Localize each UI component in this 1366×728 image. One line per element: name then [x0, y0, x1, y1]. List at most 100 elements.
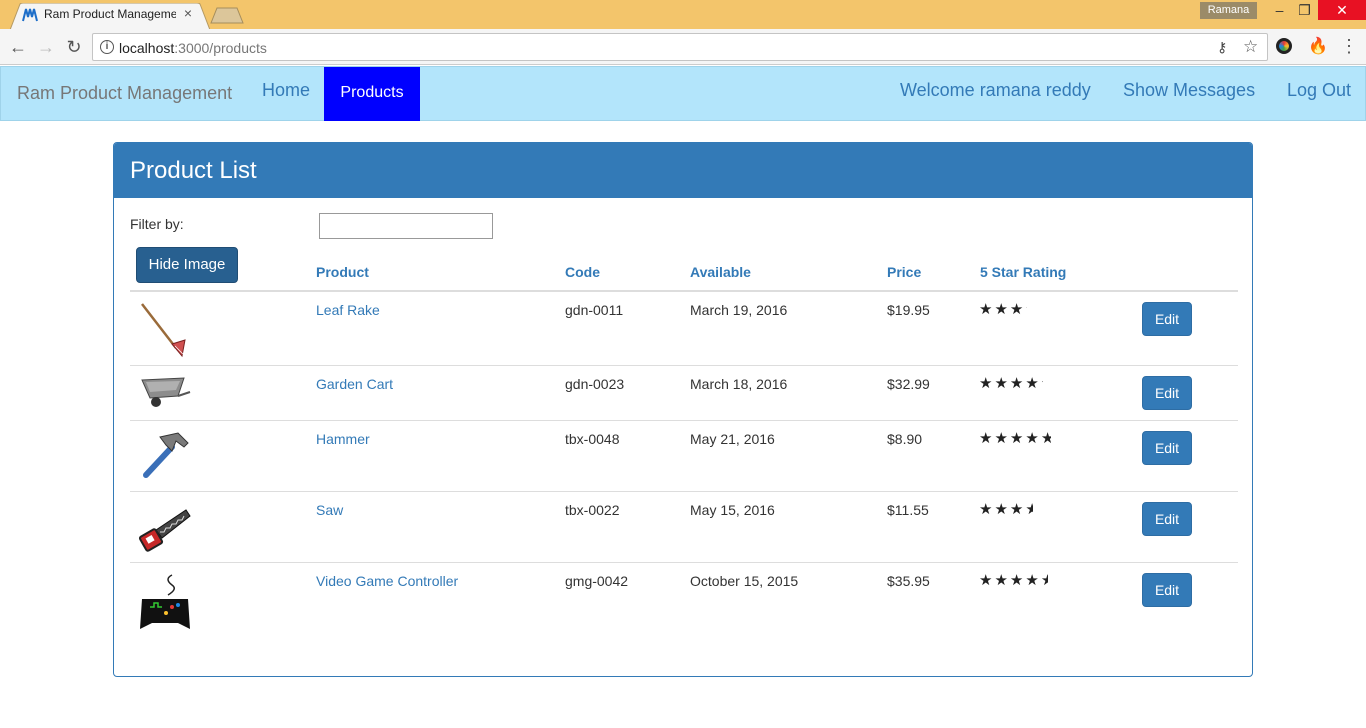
- star-icon: ★: [1025, 430, 1041, 447]
- site-info-icon[interactable]: i: [100, 40, 114, 54]
- partial-star-icon: ★: [1041, 374, 1043, 392]
- browser-toolbar: ← → ↻ i localhost:3000/products ⚷ ☆ 🔥 ⋮: [0, 29, 1366, 65]
- tab-title: Ram Product Manageme: [44, 7, 176, 21]
- column-header-code[interactable]: Code: [565, 264, 600, 280]
- new-tab-button[interactable]: [209, 7, 245, 24]
- window-close-icon[interactable]: ✕: [1318, 0, 1366, 20]
- hide-image-button[interactable]: Hide Image: [136, 247, 238, 283]
- product-price: $8.90: [887, 431, 923, 447]
- star-icon: ★: [1009, 572, 1026, 589]
- product-available: March 18, 2016: [690, 376, 788, 392]
- product-code: tbx-0048: [565, 431, 620, 447]
- hammer-icon: [143, 432, 189, 478]
- url-path: :3000/products: [174, 40, 267, 56]
- fire-extension-icon[interactable]: 🔥: [1308, 36, 1328, 56]
- back-arrow-icon[interactable]: ←: [8, 37, 28, 57]
- product-name-link[interactable]: Leaf Rake: [316, 302, 380, 318]
- column-header-rating[interactable]: 5 Star Rating: [980, 264, 1066, 280]
- table-row: Leaf Rake gdn-0011 March 19, 2016 $19.95…: [130, 291, 1238, 365]
- reload-icon[interactable]: ↻: [64, 37, 84, 57]
- star-icon: ★: [1009, 501, 1026, 518]
- browser-title-bar: Ram Product Manageme × Ramana – ❐ ✕: [0, 0, 1366, 30]
- key-icon[interactable]: ⚷: [1217, 39, 1227, 56]
- panel-heading: Product List: [114, 143, 1252, 198]
- browser-menu-icon[interactable]: ⋮: [1340, 37, 1358, 55]
- star-icon: ★: [979, 375, 995, 392]
- star-rating: ★★★★★: [979, 571, 1048, 589]
- star-icon: ★: [994, 375, 1010, 392]
- product-code: gdn-0011: [565, 302, 624, 318]
- product-list-panel: Product List Filter by: Hide Image Produ…: [113, 142, 1253, 677]
- product-code: tbx-0022: [565, 502, 620, 518]
- partial-star-icon: ★: [1025, 300, 1027, 318]
- nav-home-link[interactable]: Home: [262, 80, 310, 101]
- column-header-product[interactable]: Product: [316, 264, 369, 280]
- extension-icon[interactable]: [1276, 38, 1292, 54]
- table-row: Video Game Controller gmg-0042 October 1…: [130, 562, 1238, 652]
- star-rating: ★★★★: [979, 300, 1027, 318]
- edit-button[interactable]: Edit: [1142, 376, 1192, 410]
- bookmark-star-icon[interactable]: ☆: [1243, 37, 1258, 57]
- star-icon: ★: [1025, 375, 1041, 392]
- show-messages-link[interactable]: Show Messages: [1123, 80, 1255, 101]
- brand-title[interactable]: Ram Product Management: [17, 83, 232, 104]
- welcome-user-link[interactable]: Welcome ramana reddy: [900, 80, 1091, 101]
- product-name-link[interactable]: Hammer: [316, 431, 370, 447]
- forward-arrow-icon[interactable]: →: [36, 37, 56, 57]
- star-rating: ★★★★: [979, 500, 1033, 518]
- filter-input[interactable]: [319, 213, 493, 239]
- column-header-price[interactable]: Price: [887, 264, 921, 280]
- table-row: Saw tbx-0022 May 15, 2016 $11.55 ★★★★ Ed…: [130, 491, 1238, 562]
- product-name-link[interactable]: Garden Cart: [316, 376, 393, 392]
- product-name-link[interactable]: Video Game Controller: [316, 573, 458, 589]
- product-price: $32.99: [887, 376, 930, 392]
- url-text[interactable]: localhost:3000/products: [119, 40, 267, 56]
- restore-icon[interactable]: ❐: [1290, 0, 1319, 20]
- saw-icon: [138, 509, 191, 552]
- leaf-rake-icon: [141, 303, 186, 358]
- star-rating: ★★★★★: [979, 374, 1043, 392]
- url-host: localhost: [119, 40, 175, 56]
- product-price: $11.55: [887, 502, 929, 518]
- tab-close-icon[interactable]: ×: [181, 6, 195, 20]
- column-header-available[interactable]: Available: [690, 264, 751, 280]
- star-icon: ★: [979, 430, 995, 447]
- controller-icon: [140, 574, 190, 629]
- app-favicon-icon: [22, 8, 38, 22]
- product-code: gmg-0042: [565, 573, 629, 589]
- product-code: gdn-0023: [565, 376, 625, 392]
- partial-star-icon: ★: [1040, 430, 1051, 447]
- product-price: $35.95: [887, 573, 930, 589]
- product-name-link[interactable]: Saw: [316, 502, 343, 518]
- star-icon: ★: [994, 301, 1010, 318]
- garden-cart-icon: [141, 377, 191, 407]
- star-icon: ★: [1009, 301, 1026, 318]
- star-icon: ★: [994, 572, 1010, 589]
- product-price: $19.95: [887, 302, 930, 318]
- star-icon: ★: [1009, 430, 1026, 447]
- edit-button[interactable]: Edit: [1142, 431, 1192, 465]
- star-icon: ★: [1025, 572, 1041, 589]
- star-icon: ★: [994, 501, 1010, 518]
- product-available: March 19, 2016: [690, 302, 788, 318]
- edit-button[interactable]: Edit: [1142, 502, 1192, 536]
- star-icon: ★: [979, 572, 995, 589]
- table-row: Hammer tbx-0048 May 21, 2016 $8.90 ★★★★★…: [130, 420, 1238, 491]
- partial-star-icon: ★: [1041, 571, 1048, 589]
- profile-badge[interactable]: Ramana: [1200, 2, 1257, 19]
- app-navbar: Ram Product Management Home Products Wel…: [0, 66, 1366, 121]
- panel-title: Product List: [130, 157, 257, 184]
- edit-button[interactable]: Edit: [1142, 302, 1192, 336]
- product-available: October 15, 2015: [690, 573, 799, 589]
- edit-button[interactable]: Edit: [1142, 573, 1192, 607]
- star-rating: ★★★★★: [979, 429, 1051, 447]
- address-bar[interactable]: i localhost:3000/products ⚷ ☆: [92, 33, 1268, 61]
- logout-link[interactable]: Log Out: [1287, 80, 1351, 101]
- product-available: May 21, 2016: [690, 431, 775, 447]
- star-icon: ★: [979, 301, 995, 318]
- star-icon: ★: [1009, 375, 1026, 392]
- nav-products-link[interactable]: Products: [324, 67, 420, 121]
- product-available: May 15, 2016: [690, 502, 775, 518]
- star-icon: ★: [979, 501, 995, 518]
- partial-star-icon: ★: [1025, 500, 1033, 518]
